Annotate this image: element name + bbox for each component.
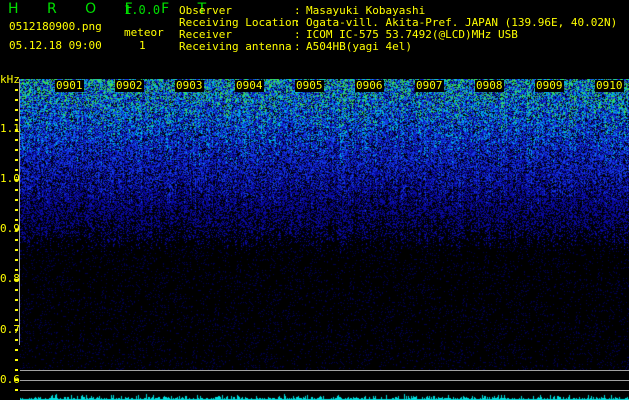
y-tick-mark [15, 129, 18, 131]
reference-line [20, 390, 629, 391]
y-tick-mark [15, 329, 18, 331]
y-tick-mark [15, 219, 18, 221]
y-tick-mark [15, 209, 18, 211]
y-tick-mark [15, 169, 18, 171]
y-axis-line [19, 79, 20, 345]
y-tick-mark [15, 259, 18, 261]
info-label-antenna: Receiving antenna [179, 40, 292, 53]
y-tick-mark [15, 199, 18, 201]
y-tick-mark [15, 289, 18, 291]
y-tick-mark [15, 339, 18, 341]
y-tick-mark [15, 299, 18, 301]
reference-line [20, 380, 629, 381]
time-label: 0903 [175, 79, 204, 92]
y-tick-mark [15, 119, 18, 121]
y-tick-mark [15, 179, 18, 181]
y-tick-mark [15, 149, 18, 151]
y-tick-mark [15, 89, 18, 91]
y-tick-mark [15, 249, 18, 251]
time-label: 0904 [235, 79, 264, 92]
y-tick-mark [15, 99, 18, 101]
y-tick-mark [15, 139, 18, 141]
y-tick-mark [15, 229, 18, 231]
file-name: 0512180900.png [9, 20, 102, 33]
spectrogram [20, 79, 629, 400]
y-tick-mark [15, 309, 18, 311]
y-tick-mark [15, 239, 18, 241]
time-label: 0902 [115, 79, 144, 92]
time-label: 0901 [55, 79, 84, 92]
meteor-count: 1 [139, 39, 146, 52]
time-label: 0907 [415, 79, 444, 92]
info-value-antenna: A504HB(yagi 4el) [306, 40, 412, 53]
y-tick-mark [15, 319, 18, 321]
time-label: 0906 [355, 79, 384, 92]
y-tick-mark [15, 109, 18, 111]
y-tick-mark [15, 279, 18, 281]
file-datetime: 05.12.18 09:00 [9, 39, 102, 52]
reference-line [20, 370, 629, 371]
y-tick-mark [15, 389, 18, 391]
y-tick-mark [15, 269, 18, 271]
time-label: 0910 [595, 79, 624, 92]
time-label: 0909 [535, 79, 564, 92]
y-tick-mark [15, 379, 18, 381]
y-tick-mark [15, 189, 18, 191]
y-axis-unit: kHz [0, 73, 20, 86]
time-label: 0905 [295, 79, 324, 92]
y-tick-mark [15, 369, 18, 371]
y-tick-mark [15, 359, 18, 361]
y-tick-mark [15, 159, 18, 161]
meteor-label: meteor [124, 26, 164, 39]
time-label: 0908 [475, 79, 504, 92]
y-tick-mark [15, 349, 18, 351]
info-sep: : [294, 40, 301, 53]
app-version: 1.0.0 [124, 3, 161, 17]
